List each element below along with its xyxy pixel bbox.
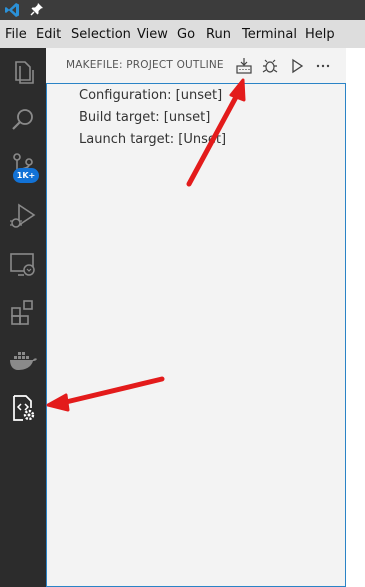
pin-icon[interactable] xyxy=(30,2,44,16)
title-bar-background xyxy=(0,0,365,20)
search-icon[interactable] xyxy=(7,104,39,136)
title-bar xyxy=(0,0,365,22)
debug-icon[interactable] xyxy=(261,57,279,75)
makefile-tools-icon[interactable] xyxy=(7,392,39,424)
editor-area xyxy=(346,48,365,587)
more-actions-icon[interactable] xyxy=(314,57,332,75)
scm-badge: 1K+ xyxy=(13,168,39,183)
menu-selection[interactable]: Selection xyxy=(71,27,131,42)
launch-target-item[interactable]: Launch target: [Unset] xyxy=(79,132,226,147)
panel-header: MAKEFILE: PROJECT OUTLINE xyxy=(46,48,346,83)
menu-go[interactable]: Go xyxy=(177,27,195,42)
menu-view[interactable]: View xyxy=(137,27,168,42)
run-icon[interactable] xyxy=(288,57,306,75)
build-icon[interactable] xyxy=(235,57,253,75)
menu-file[interactable]: File xyxy=(5,27,27,42)
project-outline-tree: Configuration: [unset] Build target: [un… xyxy=(46,83,346,587)
configuration-item[interactable]: Configuration: [unset] xyxy=(79,88,222,103)
docker-icon[interactable] xyxy=(7,344,39,376)
panel-title: MAKEFILE: PROJECT OUTLINE xyxy=(66,59,224,71)
build-target-item[interactable]: Build target: [unset] xyxy=(79,110,210,125)
extensions-icon[interactable] xyxy=(7,296,39,328)
explorer-icon[interactable] xyxy=(7,56,39,88)
menu-edit[interactable]: Edit xyxy=(36,27,61,42)
activity-bar: 1K+ xyxy=(0,48,46,587)
makefile-sidebar: MAKEFILE: PROJECT OUTLINE Configuration:… xyxy=(46,48,346,587)
menu-help[interactable]: Help xyxy=(305,27,335,42)
remote-explorer-icon[interactable] xyxy=(7,248,39,280)
menu-terminal[interactable]: Terminal xyxy=(242,27,297,42)
vscode-logo-icon xyxy=(5,3,19,17)
run-debug-icon[interactable] xyxy=(7,200,39,232)
menu-bar: File Edit Selection View Go Run Terminal… xyxy=(0,22,365,48)
menu-run[interactable]: Run xyxy=(206,27,231,42)
